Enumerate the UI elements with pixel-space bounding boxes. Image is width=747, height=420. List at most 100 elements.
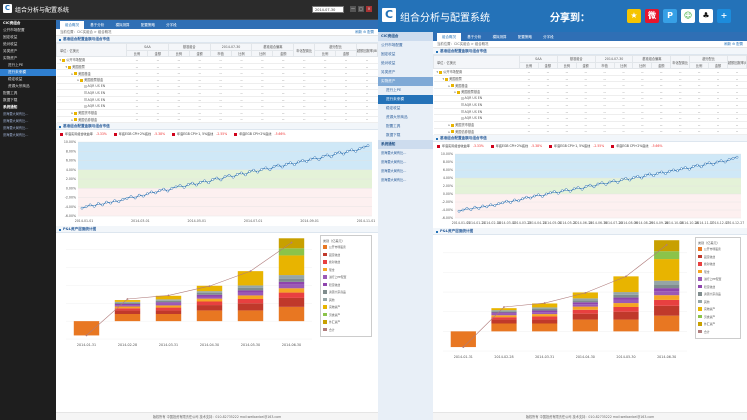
data-point[interactable] (129, 195, 133, 199)
data-point[interactable] (346, 150, 349, 153)
total-point[interactable] (290, 241, 293, 244)
data-point[interactable] (568, 189, 572, 193)
table-row[interactable]: AQR US EN -- -- -- -- -- -- -- -- -- -- -- -- (433, 108, 747, 116)
tab-fields[interactable]: 分字段 (538, 33, 559, 41)
legend-entry[interactable]: 实物资产 (698, 306, 738, 314)
legend-entry[interactable]: 外汇资产 (698, 321, 738, 329)
expand-arrow-icon[interactable]: ▾ (60, 58, 62, 62)
data-point[interactable] (632, 176, 636, 180)
bar-segment[interactable] (278, 278, 305, 282)
sidebar-item-5[interactable]: 实物资产 (0, 55, 56, 62)
data-point[interactable] (537, 193, 540, 197)
legend-entry[interactable]: 公开市场股票 (323, 244, 369, 252)
bar-segment[interactable] (237, 271, 264, 286)
data-point[interactable] (146, 192, 149, 196)
sidebar-item-7[interactable]: 进行未来模 (378, 95, 433, 104)
data-point[interactable] (612, 179, 616, 183)
legend-entry[interactable]: 外汇资产 (323, 319, 369, 327)
bar-segment[interactable] (613, 300, 639, 304)
tab-overview[interactable]: 组合概况 (60, 21, 84, 29)
bar-segment[interactable] (155, 310, 182, 315)
data-point[interactable] (552, 190, 556, 194)
data-point[interactable] (190, 181, 194, 185)
bar-segment[interactable] (491, 312, 517, 314)
sidebar-item-9[interactable]: 资源大宗商品 (378, 113, 433, 122)
data-point[interactable] (301, 159, 304, 162)
bar-segment[interactable] (114, 305, 141, 307)
table-row[interactable]: ▾ 公开市场配置 -- -- -- -- -- -- -- -- -- -- -- -- (433, 68, 747, 76)
bar-segment[interactable] (278, 281, 305, 285)
legend-entry[interactable]: 固定收益 (323, 252, 369, 260)
data-point[interactable] (616, 181, 620, 184)
bar-segment[interactable] (114, 304, 141, 306)
bar-segment[interactable] (654, 315, 680, 332)
data-point[interactable] (620, 178, 624, 182)
legend-entry[interactable]: 固定收益 (698, 254, 738, 262)
bar-segment[interactable] (654, 291, 680, 296)
bar-segment[interactable] (572, 309, 598, 314)
bar-segment[interactable] (196, 301, 223, 306)
share-qq-icon[interactable]: ♣ (699, 9, 713, 23)
tab-strategy[interactable]: 配置策略 (136, 21, 160, 29)
bar-segment[interactable] (532, 310, 558, 313)
date-picker[interactable]: 2014-07-30 (312, 6, 344, 13)
bar-segment[interactable] (613, 311, 639, 320)
data-point[interactable] (624, 177, 628, 180)
data-point[interactable] (305, 160, 309, 163)
bar-segment[interactable] (155, 302, 182, 304)
tree-node[interactable]: ▾ 公开市场配置 (433, 68, 520, 76)
bar-segment[interactable] (613, 307, 639, 312)
data-point[interactable] (457, 209, 461, 213)
data-point[interactable] (207, 181, 211, 185)
legend-entry[interactable]: 实物资产 (323, 304, 369, 312)
data-point[interactable] (636, 175, 640, 178)
bar-segment[interactable] (532, 309, 558, 311)
data-point[interactable] (276, 163, 280, 167)
legend-entry[interactable]: 另类资产 (698, 314, 738, 322)
legend-entry[interactable]: 合计 (323, 327, 369, 335)
bar-segment[interactable] (491, 319, 517, 324)
bar-segment[interactable] (278, 306, 305, 322)
sidebar-item-16[interactable]: 张海要大局有比... (0, 132, 56, 139)
bar-segment[interactable] (532, 312, 558, 315)
total-point[interactable] (167, 294, 170, 297)
table-row[interactable]: ▸ 美国债券基金 -- -- -- -- -- -- -- -- -- -- -- -- (56, 116, 378, 124)
tree-node[interactable]: ▸ 美国债券基金 (56, 116, 127, 124)
data-point[interactable] (309, 157, 313, 161)
data-point[interactable] (668, 169, 671, 173)
total-point[interactable] (249, 270, 252, 273)
bar-segment[interactable] (654, 284, 680, 289)
total-point[interactable] (126, 298, 129, 301)
bar-segment[interactable] (237, 285, 264, 289)
tab-strategy[interactable]: 配置策略 (513, 33, 537, 41)
data-point[interactable] (564, 188, 568, 192)
data-point[interactable] (727, 158, 731, 162)
data-point[interactable] (477, 207, 481, 210)
bar-segment[interactable] (237, 288, 264, 291)
bar-segment[interactable] (450, 331, 476, 348)
data-point[interactable] (182, 186, 186, 189)
data-point[interactable] (533, 194, 536, 198)
expand-arrow-icon[interactable]: ▸ (449, 84, 451, 88)
data-point[interactable] (723, 160, 727, 164)
bar-segment[interactable] (613, 319, 639, 332)
share-tencent-weibo-icon[interactable]: P (663, 9, 677, 23)
data-point[interactable] (211, 178, 215, 181)
bar-segment[interactable] (114, 314, 141, 322)
data-point[interactable] (545, 192, 548, 196)
bar-segment[interactable] (278, 248, 305, 256)
data-point[interactable] (358, 147, 362, 150)
bar-segment[interactable] (613, 297, 639, 301)
data-point[interactable] (199, 181, 202, 184)
tree-node[interactable]: ▾ 公开市场配置 (56, 56, 127, 64)
data-point[interactable] (588, 183, 592, 187)
tree-node[interactable]: AQR US EN (56, 96, 127, 104)
expand-arrow-icon[interactable]: ▸ (72, 72, 74, 76)
bar-segment[interactable] (613, 303, 639, 308)
data-point[interactable] (117, 200, 121, 204)
legend-entry[interactable]: 另类资产 (323, 312, 369, 320)
total-point[interactable] (85, 334, 88, 337)
bar-segment[interactable] (114, 301, 141, 304)
bar-segment[interactable] (491, 323, 517, 332)
data-point[interactable] (133, 196, 137, 200)
